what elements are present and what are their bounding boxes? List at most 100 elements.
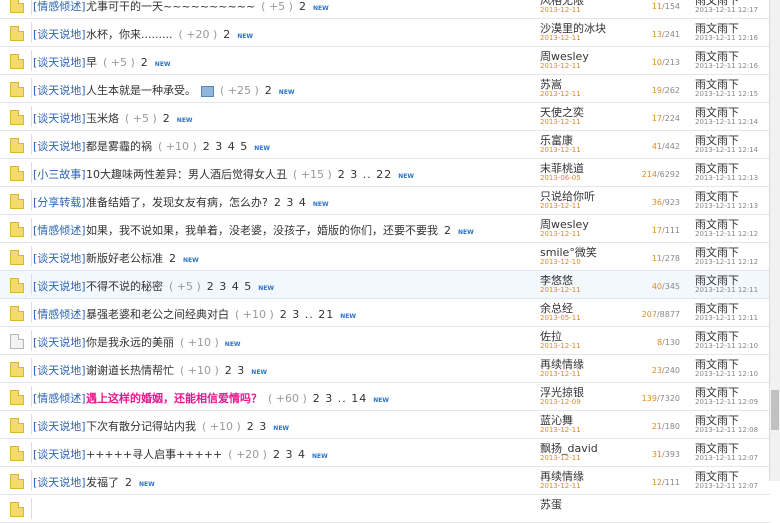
thread-title-cell: 如果，我不说如果，我单着，没老婆，没孩子，婚版的你们，还要不要我 2 NEW <box>86 222 474 238</box>
last-post-date: 2013-12-11 12:12 <box>695 258 759 266</box>
view-count: /240 <box>662 366 680 375</box>
page-links[interactable]: 2 <box>299 0 307 13</box>
page-links[interactable]: 2 3 .. 14 <box>313 392 367 405</box>
page-links[interactable]: 2 <box>169 252 177 265</box>
page-links[interactable]: 2 3 <box>247 420 268 433</box>
category-link[interactable]: [谈天说地] <box>33 250 86 266</box>
thread-title-link[interactable]: 不得不说的秘密 <box>86 280 163 293</box>
table-row: [小三故事] 10大趣味两性差异：男人酒后觉得女人丑 ( +15 ) 2 3 .. 2… <box>0 159 770 187</box>
category-link[interactable]: [谈天说地] <box>33 82 86 98</box>
post-date: 2013-12-11 <box>540 62 581 70</box>
category-link[interactable]: [谈天说地] <box>33 362 86 378</box>
category-link[interactable]: [谈天说地] <box>33 110 86 126</box>
table-row: [谈天说地] 玉米烙( +5 ) 2 NEW 天使之奕 2013-12-11 17/224 雨… <box>0 103 770 131</box>
reward-count: ( +5 ) <box>103 56 135 69</box>
category-link[interactable]: [情感倾述] <box>33 222 86 238</box>
page-links[interactable]: 2 3 4 5 <box>207 280 252 293</box>
category-link[interactable]: [谈天说地] <box>33 418 86 434</box>
page-links[interactable]: 2 <box>125 476 133 489</box>
last-post-date: 2013-12-11 12:07 <box>695 454 759 462</box>
page-links[interactable]: 2 3 .. 22 <box>338 168 392 181</box>
author-link[interactable]: 苏蛋 <box>540 496 562 512</box>
page-links[interactable]: 2 <box>141 56 149 69</box>
thread-title-link[interactable]: 早 <box>86 56 97 69</box>
category-link[interactable]: [情感倾述] <box>33 390 86 406</box>
reply-view-count: 23/240 <box>590 366 680 375</box>
folder-icon <box>10 474 24 489</box>
column-divider <box>31 302 32 323</box>
page-links[interactable]: 2 <box>444 224 452 237</box>
table-row: [谈天说地] 新版好老公标准 2 NEW smile°微笑 2013-12-10 11/27… <box>0 243 770 271</box>
thread-title-link[interactable]: 你是我永远的美丽 <box>86 336 174 349</box>
image-attachment-icon <box>201 85 214 97</box>
category-link[interactable]: [谈天说地] <box>33 138 86 154</box>
page-links[interactable]: 2 <box>163 112 171 125</box>
column-divider <box>31 78 32 99</box>
last-post-date: 2013-12-11 12:10 <box>695 370 759 378</box>
category-link[interactable]: [小三故事] <box>33 166 86 182</box>
category-link[interactable]: [谈天说地] <box>33 334 86 350</box>
reply-count: 11 <box>651 2 663 11</box>
thread-title-link[interactable]: 暴强老婆和老公之间经典对白 <box>86 308 229 321</box>
last-post-date: 2013-12-11 12:12 <box>695 230 759 238</box>
category-link[interactable]: [谈天说地] <box>33 278 86 294</box>
reply-view-count: 139/7320 <box>590 394 680 403</box>
thread-title-link[interactable]: 发福了 <box>86 476 119 489</box>
page-links[interactable]: 2 3 .. 21 <box>280 308 334 321</box>
view-count: /130 <box>662 338 680 347</box>
table-row: [谈天说地] 谢谢道长热情帮忙( +10 ) 2 3 NEW 再续情缘 2013-12-1… <box>0 355 770 383</box>
folder-icon <box>10 166 24 181</box>
page-links[interactable]: 2 <box>265 84 273 97</box>
page-links[interactable]: 2 3 4 <box>274 196 307 209</box>
category-link[interactable]: [谈天说地] <box>33 446 86 462</box>
thread-title-link[interactable]: 遇上这样的婚姻，还能相信爱情吗？ <box>86 392 262 405</box>
category-link[interactable]: [谈天说地] <box>33 474 86 490</box>
page-links[interactable]: 2 3 <box>225 364 246 377</box>
thread-title-link[interactable]: 10大趣味两性差异：男人酒后觉得女人丑 <box>86 168 287 181</box>
thread-title-link[interactable]: 准备结婚了，发现女友有病，怎么办? <box>86 196 268 209</box>
thread-title-link[interactable]: 如果，我不说如果，我单着，没老婆，没孩子，婚版的你们，还要不要我 <box>86 224 438 237</box>
category-link[interactable]: [谈天说地] <box>33 26 86 42</box>
reward-count: ( +60 ) <box>268 392 307 405</box>
category-link[interactable]: [谈天说地] <box>33 54 86 70</box>
scrollbar-thumb[interactable] <box>771 390 779 430</box>
column-divider <box>31 414 32 435</box>
thread-title-cell: 你是我永远的美丽 ( +10 ) NEW <box>86 334 241 350</box>
thread-title-cell: 早 ( +5 ) 2 NEW <box>86 54 171 70</box>
reply-count: 21 <box>651 422 663 431</box>
thread-title-link[interactable]: 都是雾霾的祸 <box>86 140 152 153</box>
category-link[interactable]: [情感倾述] <box>33 306 86 322</box>
thread-title-cell: 人生本就是一种承受。 ( +25 ) 2 NEW <box>86 82 295 98</box>
thread-title-link[interactable]: +++++寻人启事+++++ <box>86 448 222 461</box>
new-badge: NEW <box>176 117 193 124</box>
thread-title-link[interactable]: 谢谢道长热情帮忙 <box>86 364 174 377</box>
folder-icon <box>10 446 24 461</box>
post-date: 2013-12-11 <box>540 286 581 294</box>
vertical-scrollbar[interactable] <box>769 0 780 481</box>
last-post-date: 2013-12-11 12:16 <box>695 62 759 70</box>
folder-icon <box>10 0 24 13</box>
thread-title-link[interactable]: 水杯，你来......... <box>86 28 172 41</box>
post-date: 2013-12-09 <box>540 398 581 406</box>
thread-title-link[interactable]: 尤事可干的一天~~~~~~~~~~ <box>86 0 255 13</box>
thread-title-link[interactable]: 玉米烙 <box>86 112 119 125</box>
thread-title-link[interactable]: 新版好老公标准 <box>86 252 163 265</box>
reply-view-count: 41/442 <box>590 142 680 151</box>
folder-icon <box>10 502 24 517</box>
new-badge: NEW <box>340 313 357 320</box>
column-divider <box>31 0 32 15</box>
page-links[interactable]: 2 3 4 <box>273 448 306 461</box>
category-link[interactable]: [情感倾述] <box>33 0 86 14</box>
thread-title-cell: 玉米烙 ( +5 ) 2 NEW <box>86 110 193 126</box>
thread-title-link[interactable]: 人生本就是一种承受。 <box>86 84 196 97</box>
reward-count: ( +5 ) <box>261 0 293 13</box>
thread-title-cell: 10大趣味两性差异：男人酒后觉得女人丑 ( +15 ) 2 3 .. 22 NEW <box>86 166 414 182</box>
thread-title-link[interactable]: 下次有散分记得站内我 <box>86 420 196 433</box>
page-links[interactable]: 2 3 4 5 <box>203 140 248 153</box>
category-link[interactable]: [分享转载] <box>33 194 86 210</box>
page-links[interactable]: 2 <box>223 28 231 41</box>
new-badge: NEW <box>224 341 241 348</box>
reply-count: 10 <box>651 58 663 67</box>
new-badge: NEW <box>251 369 268 376</box>
table-row: [谈天说地] 早( +5 ) 2 NEW 周wesley 2013-12-11 10/213… <box>0 47 770 75</box>
